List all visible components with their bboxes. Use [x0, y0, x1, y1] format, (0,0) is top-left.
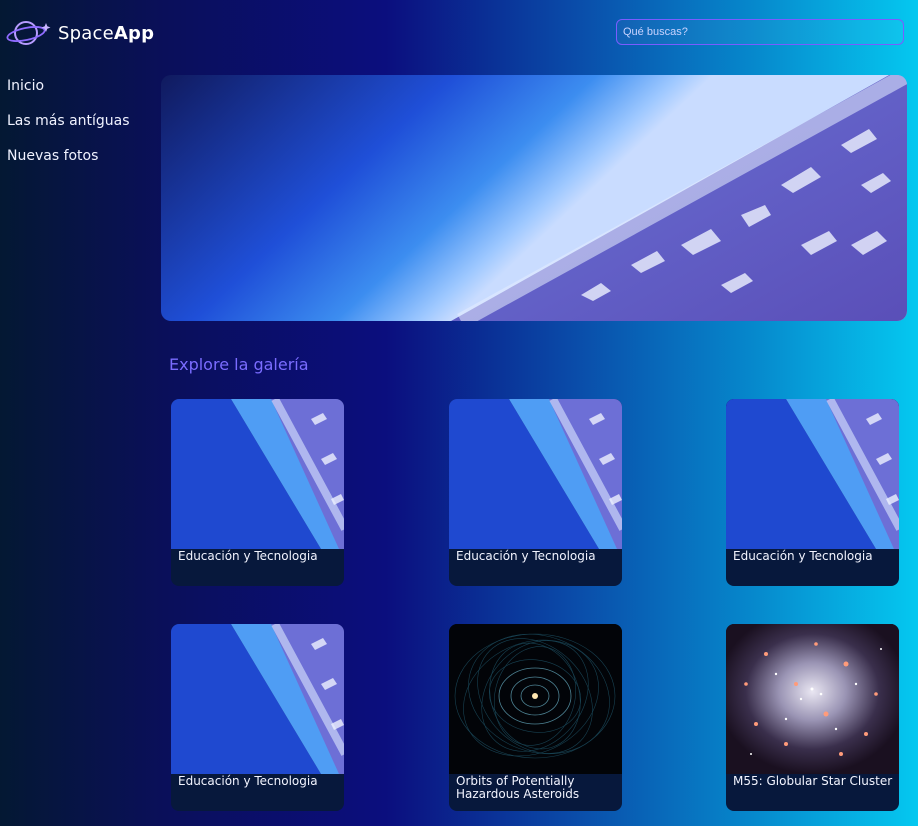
- card-caption: Educación y Tecnologia: [178, 549, 318, 563]
- card-caption: Educación y Tecnologia: [178, 774, 318, 788]
- sidebar-item-nuevas[interactable]: Nuevas fotos: [7, 145, 130, 180]
- card-caption: M55: Globular Star Cluster: [733, 774, 893, 788]
- gallery-card[interactable]: Educación y Tecnologia: [726, 399, 899, 586]
- card-caption: Educación y Tecnologia: [733, 549, 873, 563]
- gallery-card[interactable]: Orbits of Potentially Hazardous Asteroid…: [449, 624, 622, 811]
- search-input[interactable]: [616, 19, 904, 45]
- earth-atmosphere-image: [726, 399, 899, 549]
- gallery-card[interactable]: Educación y Tecnologia: [171, 624, 344, 811]
- gallery-card[interactable]: M55: Globular Star Cluster: [726, 624, 899, 811]
- logo-text-bold: App: [113, 22, 155, 44]
- earth-atmosphere-image: [171, 624, 344, 774]
- logo[interactable]: SpaceApp: [6, 17, 154, 49]
- earth-atmosphere-image: [171, 399, 344, 549]
- planet-logo-icon: [6, 17, 52, 49]
- gallery-title: Explore la galería: [169, 355, 309, 374]
- sidebar: Inicio Las más antíguas Nuevas fotos: [7, 75, 130, 180]
- gallery-card[interactable]: Educación y Tecnologia: [449, 399, 622, 586]
- gallery-card[interactable]: Educación y Tecnologia: [171, 399, 344, 586]
- card-caption: Orbits of Potentially Hazardous Asteroid…: [456, 774, 580, 801]
- sidebar-item-inicio[interactable]: Inicio: [7, 75, 130, 110]
- hero-banner-image: [161, 75, 907, 321]
- card-caption: Educación y Tecnologia: [456, 549, 596, 563]
- header: SpaceApp: [0, 0, 918, 66]
- star-cluster-image: [726, 624, 899, 774]
- earth-atmosphere-image: [449, 399, 622, 549]
- asteroid-orbits-image: [449, 624, 622, 774]
- logo-text: SpaceApp: [58, 23, 154, 44]
- sidebar-item-antiguas[interactable]: Las más antíguas: [7, 110, 130, 145]
- logo-text-light: Space: [58, 22, 114, 44]
